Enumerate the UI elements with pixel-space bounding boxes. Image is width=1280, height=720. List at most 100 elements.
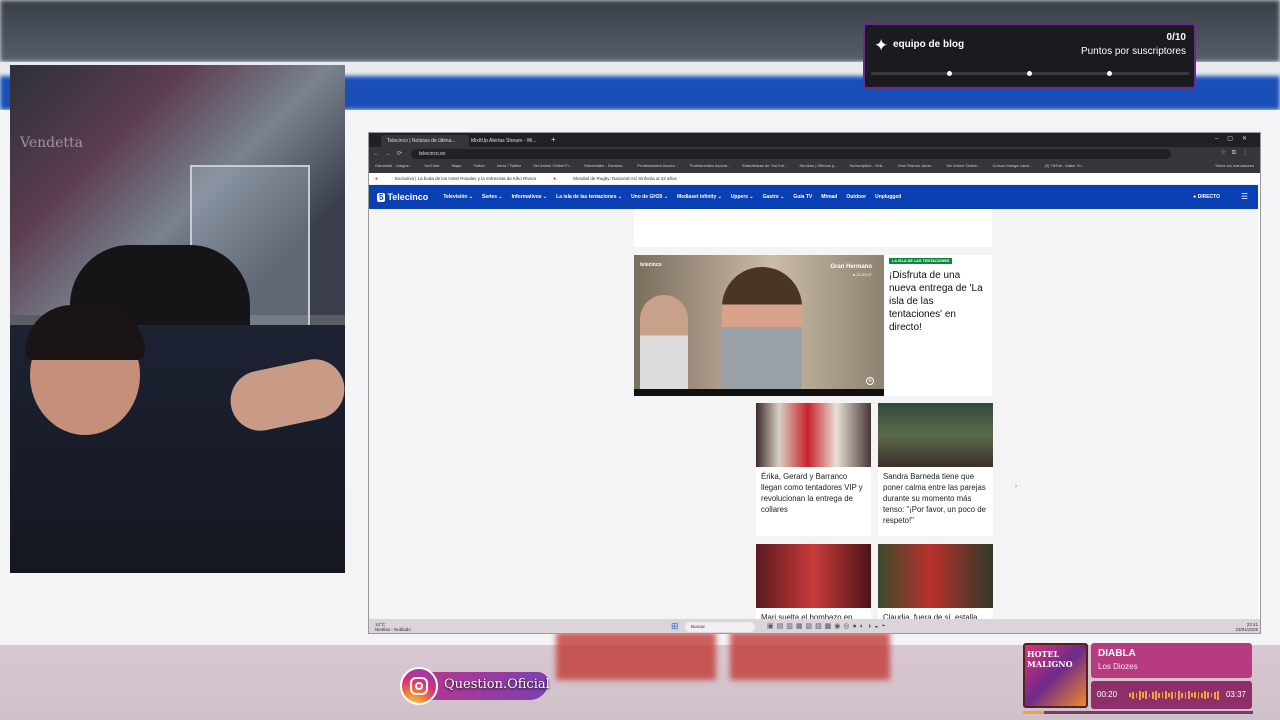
waveform-bar xyxy=(1184,691,1187,699)
nav-item[interactable]: La isla de las tentaciones ⌄ xyxy=(556,194,622,200)
menu-icon[interactable]: ☰ xyxy=(1241,192,1248,201)
all-bookmarks-link[interactable]: Todos los marcadores xyxy=(1215,163,1254,168)
bookmark-item[interactable]: Profesionales Asocia... xyxy=(637,163,677,171)
bookmark-item[interactable]: Gameball - Juegos... xyxy=(375,163,412,171)
mouse-cursor-icon: › xyxy=(1015,484,1017,490)
news-ticker: ● Exclusiva | La boda de los Hotel Rosal… xyxy=(369,173,1260,185)
article-image[interactable] xyxy=(878,403,993,467)
ticker-dot-icon: ● xyxy=(553,176,556,181)
nav-item[interactable]: Mediaset Infinity ⌄ xyxy=(677,194,722,200)
bookmark-item[interactable]: Inicio / Twitter xyxy=(497,163,521,171)
pinned-apps-icons[interactable]: ▣▤▥▦▧▨▩◉◎●◐◑◒◓ xyxy=(767,622,889,630)
waveform-bar xyxy=(1207,692,1210,698)
bookmark-item[interactable]: Subscription - Onli... xyxy=(850,163,886,171)
nav-buttons[interactable]: ←→⟳ xyxy=(373,150,408,157)
nav-item[interactable]: Outdoor xyxy=(846,194,866,200)
ticker-item[interactable]: Mundial de Rugby: Nacional Así Sinfonía … xyxy=(573,176,677,181)
tab-strip: Telecinco | Noticias de última... MixItU… xyxy=(369,133,1260,147)
windows-start-icon[interactable]: ⊞ xyxy=(671,621,679,632)
article-card[interactable]: Érika, Gerard y Barranco llegan como ten… xyxy=(756,403,871,536)
article-image[interactable] xyxy=(756,403,871,467)
waveform-bar xyxy=(1168,693,1170,697)
waveform-bar xyxy=(1142,692,1144,698)
bookmark-item[interactable]: Maps xyxy=(452,163,462,171)
nav-item[interactable]: Series ⌄ xyxy=(482,194,503,200)
featured-article: telecinco Gran Hermano ● 22:33:37 ⚙ LA I… xyxy=(634,255,992,396)
bookmark-item[interactable]: Cursos Manga Lacio... xyxy=(992,163,1032,171)
instagram-circle xyxy=(400,667,438,705)
address-bar: ←→⟳ telecinco.es ☆⧉⋮ xyxy=(369,147,1260,161)
waveform-bar xyxy=(1200,692,1203,698)
article-image[interactable] xyxy=(878,544,993,608)
video-controls-bar[interactable] xyxy=(634,389,884,396)
waveform-bar xyxy=(1210,693,1213,697)
article-image[interactable] xyxy=(756,544,871,608)
nav-item[interactable]: Televisión ⌄ xyxy=(443,194,473,200)
article-caption[interactable]: Sandra Barneda tiene que poner calma ent… xyxy=(878,467,993,530)
toolbar-icons[interactable]: ☆⧉⋮ xyxy=(1220,149,1254,157)
waveform-bar xyxy=(1204,691,1206,699)
bookmark-item[interactable]: Streamlabs - Devices... xyxy=(584,163,625,171)
tab-mixitup[interactable]: MixItUp Alertas Stream - Wi... xyxy=(465,135,553,147)
article-card[interactable]: Mari suelta el bombazo en... xyxy=(756,544,871,619)
now-playing-widget: HOTEL MALIGNO DIABLA Los Diozes 00:20 03… xyxy=(1023,643,1253,715)
ticker-dot-icon: ● xyxy=(375,176,378,181)
waveform-bar xyxy=(1181,692,1184,698)
bookmark-item[interactable]: Servidor | Últimos p... xyxy=(799,163,837,171)
waveform-bar xyxy=(1177,690,1180,700)
goal-marker xyxy=(1107,71,1112,76)
new-tab-icon[interactable]: + xyxy=(551,135,556,144)
current-time: 00:20 xyxy=(1097,690,1118,699)
blurred-thumbnail xyxy=(556,632,716,680)
blurred-thumbnail xyxy=(730,632,890,680)
article-card[interactable]: Sandra Barneda tiene que poner calma ent… xyxy=(878,403,993,536)
weather-widget[interactable]: 14°C Nieblas - Nublado xyxy=(375,622,411,632)
taskbar-search[interactable]: Buscar xyxy=(685,622,755,632)
bookmark-item[interactable]: YouTube xyxy=(424,163,440,171)
bookmark-item[interactable]: Jhon Ramos Jame... xyxy=(898,163,935,171)
logo-text: Telecinco xyxy=(387,192,429,202)
bookmark-item[interactable]: Ver Anime Online Fr... xyxy=(533,163,572,171)
article-card[interactable]: Claudia, fuera de sí, estalla... xyxy=(878,544,993,619)
waveform-bar xyxy=(1174,692,1177,698)
waveform-bar xyxy=(1129,693,1131,697)
waveform-bar xyxy=(1158,692,1161,698)
window-controls[interactable]: –▢✕ xyxy=(1215,135,1256,142)
bookmark-item[interactable]: Profesionales Asocia... xyxy=(690,163,730,171)
bookmark-item[interactable]: (3) TikTok - Make Yo... xyxy=(1045,163,1085,171)
nav-item[interactable]: Guía TV xyxy=(793,194,812,200)
nav-item[interactable]: Gastro ⌄ xyxy=(763,194,785,200)
video-settings-icon[interactable]: ⚙ xyxy=(866,377,874,385)
song-progress-fill xyxy=(1023,711,1044,714)
url-input[interactable]: telecinco.es xyxy=(411,149,1171,159)
video-figure xyxy=(722,267,802,392)
nav-item[interactable]: Uppers ⌄ xyxy=(731,194,754,200)
nav-item[interactable]: Informativos ⌄ xyxy=(512,194,548,200)
waveform-bar xyxy=(1194,692,1197,698)
article-caption[interactable]: Mari suelta el bombazo en... xyxy=(756,608,871,619)
video-player[interactable]: telecinco Gran Hermano ● 22:33:37 ⚙ xyxy=(634,255,884,396)
telecinco-logo[interactable]: 5 Telecinco xyxy=(377,192,428,202)
ticker-item[interactable]: Exclusiva | La boda de los Hotel Rosales… xyxy=(395,176,536,181)
waveform xyxy=(1129,690,1219,700)
article-caption[interactable]: Claudia, fuera de sí, estalla... xyxy=(878,608,993,619)
featured-title[interactable]: ¡Disfruta de una nueva entrega de 'La is… xyxy=(889,269,989,334)
waveform-bar xyxy=(1145,691,1148,699)
windows-taskbar: 14°C Nieblas - Nublado ⊞ Buscar ▣▤▥▦▧▨▩◉… xyxy=(369,619,1260,633)
instagram-icon xyxy=(410,677,428,695)
bookmark-item[interactable]: Twitch xyxy=(473,163,484,171)
nav-item[interactable]: Unplugged xyxy=(875,194,901,200)
bookmark-item[interactable]: Ver Anime Online... xyxy=(946,163,980,171)
nav-item[interactable]: Uno de GH20 ⌄ xyxy=(631,194,668,200)
instagram-handle: Question.Oficial xyxy=(444,677,550,692)
directo-link[interactable]: ● DIRECTO xyxy=(1193,194,1220,200)
top-module xyxy=(634,209,992,247)
tab-telecinco[interactable]: Telecinco | Noticias de última... xyxy=(381,135,469,147)
album-cover: HOTEL MALIGNO xyxy=(1023,643,1088,708)
bookmark-item[interactable]: Estadísticas de YouTub... xyxy=(742,163,787,171)
featured-tag[interactable]: LA ISLA DE LAS TENTACIONES xyxy=(889,258,953,264)
article-caption[interactable]: Érika, Gerard y Barranco llegan como ten… xyxy=(756,467,871,519)
system-clock[interactable]: 22:41 23/01/2025 xyxy=(1235,622,1258,632)
nav-item[interactable]: Mtmad xyxy=(821,194,837,200)
webcam-poster-text: Vendetta xyxy=(20,135,83,151)
